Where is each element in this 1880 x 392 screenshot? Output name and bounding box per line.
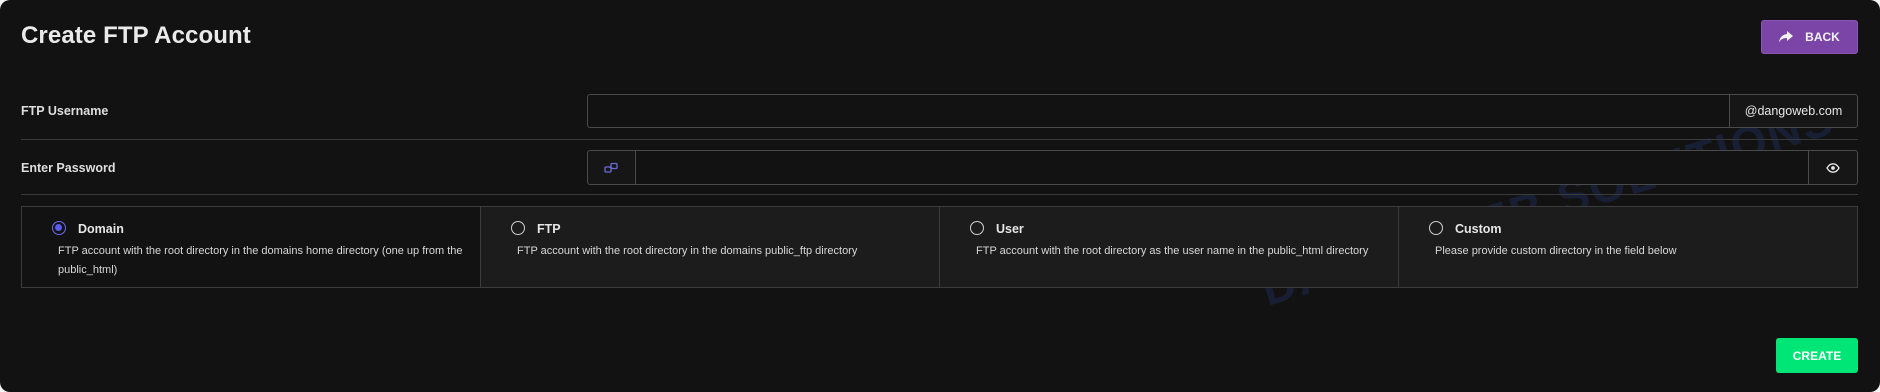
option-label: User [996,222,1024,236]
option-custom[interactable]: Custom Please provide custom directory i… [1398,207,1857,287]
eye-icon [1826,162,1840,173]
password-input[interactable] [635,150,1809,185]
option-description: FTP account with the root directory as t… [976,245,1369,257]
option-label: FTP [537,222,561,236]
option-label: Domain [78,222,124,236]
ftp-username-input[interactable] [587,94,1730,128]
radio-user[interactable] [970,221,984,235]
divider [21,139,1858,140]
toggle-password-visibility-button[interactable] [1808,150,1858,185]
password-label: Enter Password [21,161,116,175]
option-domain[interactable]: Domain FTP account with the root directo… [22,207,480,287]
key-generator-icon [604,162,618,173]
page-title: Create FTP Account [21,22,251,49]
domain-suffix: @dangoweb.com [1729,94,1858,128]
option-description: Please provide custom directory in the f… [1435,245,1677,257]
create-button[interactable]: CREATE [1776,338,1858,373]
option-ftp[interactable]: FTP FTP account with the root directory … [480,207,939,287]
username-label: FTP Username [21,104,109,118]
option-description: FTP account with the root directory in t… [58,245,463,276]
option-description: FTP account with the root directory in t… [517,245,858,257]
generate-password-button[interactable] [587,150,636,185]
directory-type-options: Domain FTP account with the root directo… [21,206,1858,288]
divider [21,194,1858,195]
radio-ftp[interactable] [511,221,525,235]
radio-custom[interactable] [1429,221,1443,235]
radio-domain[interactable] [52,221,66,235]
back-button[interactable]: BACK [1761,20,1858,54]
option-label: Custom [1455,222,1502,236]
option-user[interactable]: User FTP account with the root directory… [939,207,1398,287]
share-forward-icon [1779,31,1794,43]
back-button-label: BACK [1805,30,1840,44]
create-ftp-panel: DANGOWEB SOLUTIONS Create FTP Account BA… [0,0,1880,392]
